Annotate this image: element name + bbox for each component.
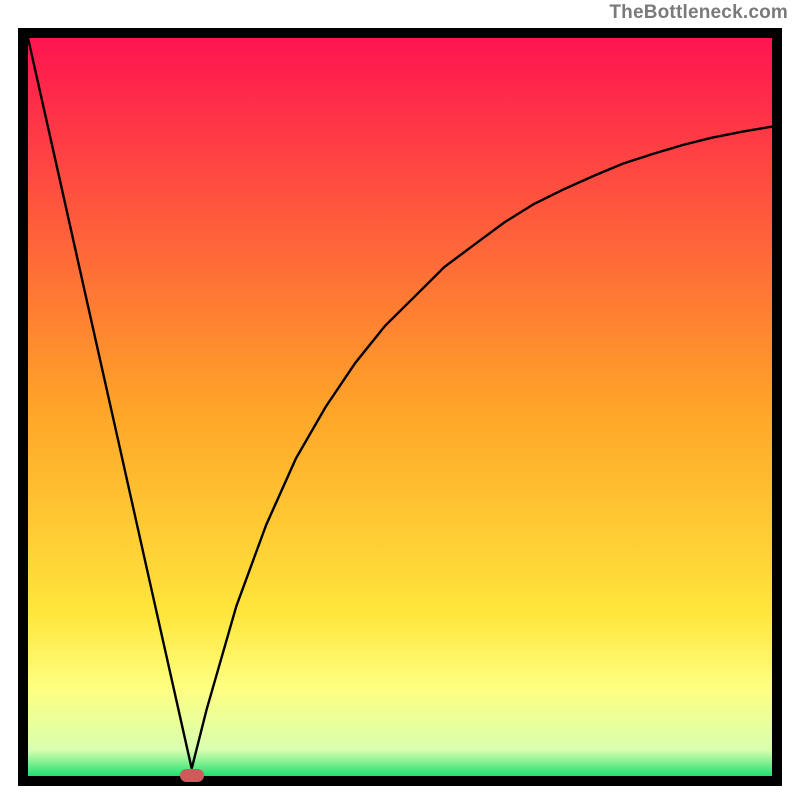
gradient-background <box>28 38 772 776</box>
attribution-text: TheBottleneck.com <box>609 2 788 24</box>
optimum-marker <box>180 769 204 782</box>
chart-frame <box>18 28 782 786</box>
chart-canvas <box>18 28 782 786</box>
